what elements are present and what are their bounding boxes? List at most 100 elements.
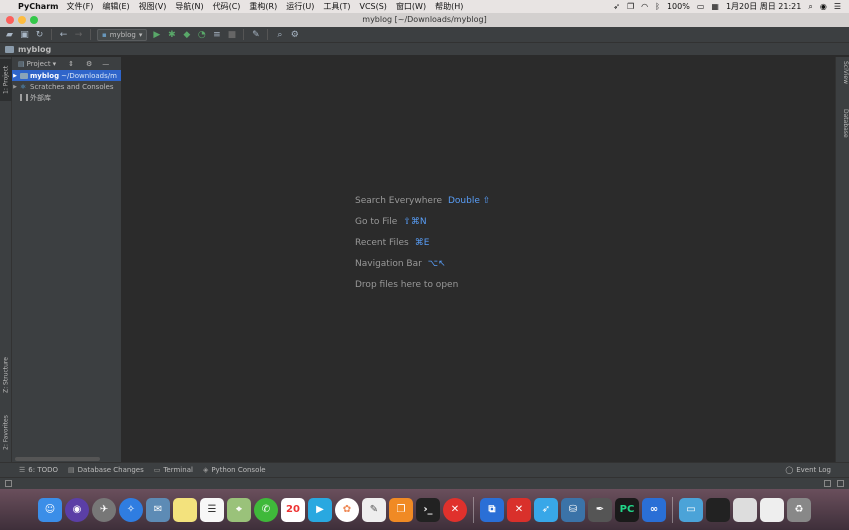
baidu-netdisk-icon[interactable]: ∞ <box>642 497 666 522</box>
tab-database[interactable]: Database <box>837 109 849 138</box>
python-packages-icon[interactable]: ⚙ <box>289 29 300 40</box>
tab-todo[interactable]: ☰ 6: TODO <box>19 466 58 474</box>
menu-app-name[interactable]: PyCharm <box>18 2 58 11</box>
lock-icon[interactable] <box>824 480 831 487</box>
spotlight-icon[interactable]: ⌕ <box>808 2 812 12</box>
textedit-icon[interactable]: ✎ <box>362 497 386 522</box>
minimized-window-2[interactable] <box>733 497 757 522</box>
calendar-icon[interactable]: 20 <box>281 497 305 522</box>
run-with-coverage-icon[interactable]: ◆ <box>181 29 192 40</box>
tab-database-label: Database <box>842 109 849 138</box>
hint-shortcut: ⌥↖ <box>427 258 446 269</box>
gear-icon[interactable]: ⚙ <box>86 60 92 68</box>
infuse-icon[interactable]: ▶ <box>308 497 332 522</box>
hide-panel-icon[interactable]: — <box>102 60 109 68</box>
notifications-icon[interactable] <box>837 480 844 487</box>
tree-row-external-libraries[interactable]: 外部库 <box>12 92 121 103</box>
siri-dock-icon[interactable]: ◉ <box>65 497 89 522</box>
tab-database-changes[interactable]: ▤ Database Changes <box>68 466 144 474</box>
project-view-selector[interactable]: ▤ Project ▾ <box>18 60 56 68</box>
event-log-label: Event Log <box>796 466 831 474</box>
zoom-window-button[interactable] <box>30 16 38 24</box>
menu-window[interactable]: 窗口(W) <box>396 1 426 12</box>
wps-icon[interactable]: ✕ <box>507 497 531 522</box>
launchpad-icon[interactable]: ✈ <box>92 497 116 522</box>
siri-icon[interactable]: ◉ <box>820 2 827 11</box>
menu-edit[interactable]: 编辑(E) <box>102 1 129 12</box>
horizontal-scrollbar[interactable] <box>15 457 100 461</box>
finder-icon[interactable]: ☺ <box>38 497 62 522</box>
close-window-button[interactable] <box>6 16 14 24</box>
open-folder-icon[interactable]: ▰ <box>4 29 15 40</box>
menu-code[interactable]: 代码(C) <box>213 1 241 12</box>
terminal-dock-icon[interactable]: ›_ <box>416 497 440 522</box>
battery-icon[interactable]: ▭ <box>697 2 705 11</box>
tab-sciview[interactable]: SciView <box>837 61 849 84</box>
menu-refactor[interactable]: 重构(R) <box>249 1 277 12</box>
maps-icon[interactable]: ⌖ <box>227 497 251 522</box>
python-icon: ◈ <box>202 466 209 474</box>
menu-tools[interactable]: 工具(T) <box>323 1 350 12</box>
menubar-clock[interactable]: 1月20日 周日 21:21 <box>726 1 801 12</box>
tree-row-scratches[interactable]: ▶ ⚛ Scratches and Consoles <box>12 81 121 92</box>
trash-icon[interactable]: ♻ <box>787 497 811 522</box>
minimized-window-3[interactable] <box>760 497 784 522</box>
bird-icon[interactable]: ➶ <box>613 2 620 11</box>
run-configuration-dropdown[interactable]: ▪ myblog ▾ <box>97 28 148 41</box>
tab-terminal[interactable]: ▭ Terminal <box>154 466 193 474</box>
photos-icon[interactable]: ✿ <box>335 497 359 522</box>
expand-arrow-icon[interactable]: ▶ <box>12 84 18 90</box>
editor-empty-area[interactable]: Search Everywhere Double ⇧ Go to File ⇧⌘… <box>122 57 835 462</box>
menu-navigate[interactable]: 导航(N) <box>175 1 203 12</box>
input-method-icon[interactable]: ▦ <box>711 2 719 11</box>
tab-favorites[interactable]: 2: Favorites <box>0 407 12 459</box>
menu-run[interactable]: 运行(U) <box>286 1 314 12</box>
mail-icon[interactable]: ✉ <box>146 497 170 522</box>
save-all-icon[interactable]: ▣ <box>19 29 30 40</box>
safari-icon[interactable]: ✧ <box>119 497 143 522</box>
wrench-icon[interactable]: ✎ <box>250 29 261 40</box>
cleaner-icon[interactable]: ✕ <box>443 497 467 522</box>
wifi-icon[interactable]: ◠ <box>641 2 648 11</box>
battery-percent[interactable]: 100% <box>667 2 690 11</box>
menu-file[interactable]: 文件(F) <box>66 1 93 12</box>
synchronize-icon[interactable]: ↻ <box>34 29 45 40</box>
books-icon[interactable]: ❐ <box>389 497 413 522</box>
debug-icon[interactable]: ✱ <box>166 29 177 40</box>
search-icon[interactable]: ⌕ <box>274 29 285 40</box>
wechat-icon[interactable]: ✆ <box>254 497 278 522</box>
python-launcher-icon[interactable]: ⛁ <box>561 497 585 522</box>
screens-icon[interactable]: ❐ <box>627 2 634 11</box>
tree-row-project-root[interactable]: ▶ myblog ~/Downloads/m <box>12 70 121 81</box>
menu-view[interactable]: 视图(V) <box>139 1 167 12</box>
concurrency-diagram-icon[interactable]: ≡ <box>211 29 222 40</box>
event-log-button[interactable]: ◯ Event Log <box>785 466 831 474</box>
forward-arrow-icon[interactable]: → <box>73 29 84 40</box>
expand-arrow-icon[interactable]: ▶ <box>12 73 18 79</box>
bluetooth-icon[interactable]: ᛒ <box>655 2 660 11</box>
tab-project[interactable]: 1: Project <box>0 59 12 101</box>
notification-center-icon[interactable]: ☰ <box>834 2 841 11</box>
minimize-window-button[interactable] <box>18 16 26 24</box>
tab-sciview-label: SciView <box>842 61 849 85</box>
parallels-icon[interactable]: ⧉ <box>480 497 504 522</box>
pen-tool-icon[interactable]: ✒ <box>588 497 612 522</box>
toggle-tool-windows-icon[interactable] <box>5 480 12 487</box>
menu-vcs[interactable]: VCS(S) <box>359 2 386 11</box>
tab-python-console[interactable]: ◈ Python Console <box>203 466 266 474</box>
reminders-icon[interactable]: ☰ <box>200 497 224 522</box>
menu-help[interactable]: 帮助(H) <box>435 1 463 12</box>
stop-icon[interactable]: ■ <box>226 29 237 40</box>
minimized-window-1[interactable] <box>706 497 730 522</box>
collapse-all-icon[interactable]: ⇕ <box>68 60 74 68</box>
back-arrow-icon[interactable]: ← <box>58 29 69 40</box>
notes-icon[interactable] <box>173 497 197 522</box>
downloads-folder-icon[interactable]: ▭ <box>679 497 703 522</box>
breadcrumb-project[interactable]: myblog <box>18 45 51 54</box>
lark-icon[interactable]: ➶ <box>534 497 558 522</box>
run-icon[interactable]: ▶ <box>151 29 162 40</box>
todo-list-icon: ☰ <box>19 466 26 474</box>
profile-icon[interactable]: ◔ <box>196 29 207 40</box>
tab-structure[interactable]: Z: Structure <box>0 349 12 401</box>
pycharm-dock-icon[interactable]: PC <box>615 497 639 522</box>
